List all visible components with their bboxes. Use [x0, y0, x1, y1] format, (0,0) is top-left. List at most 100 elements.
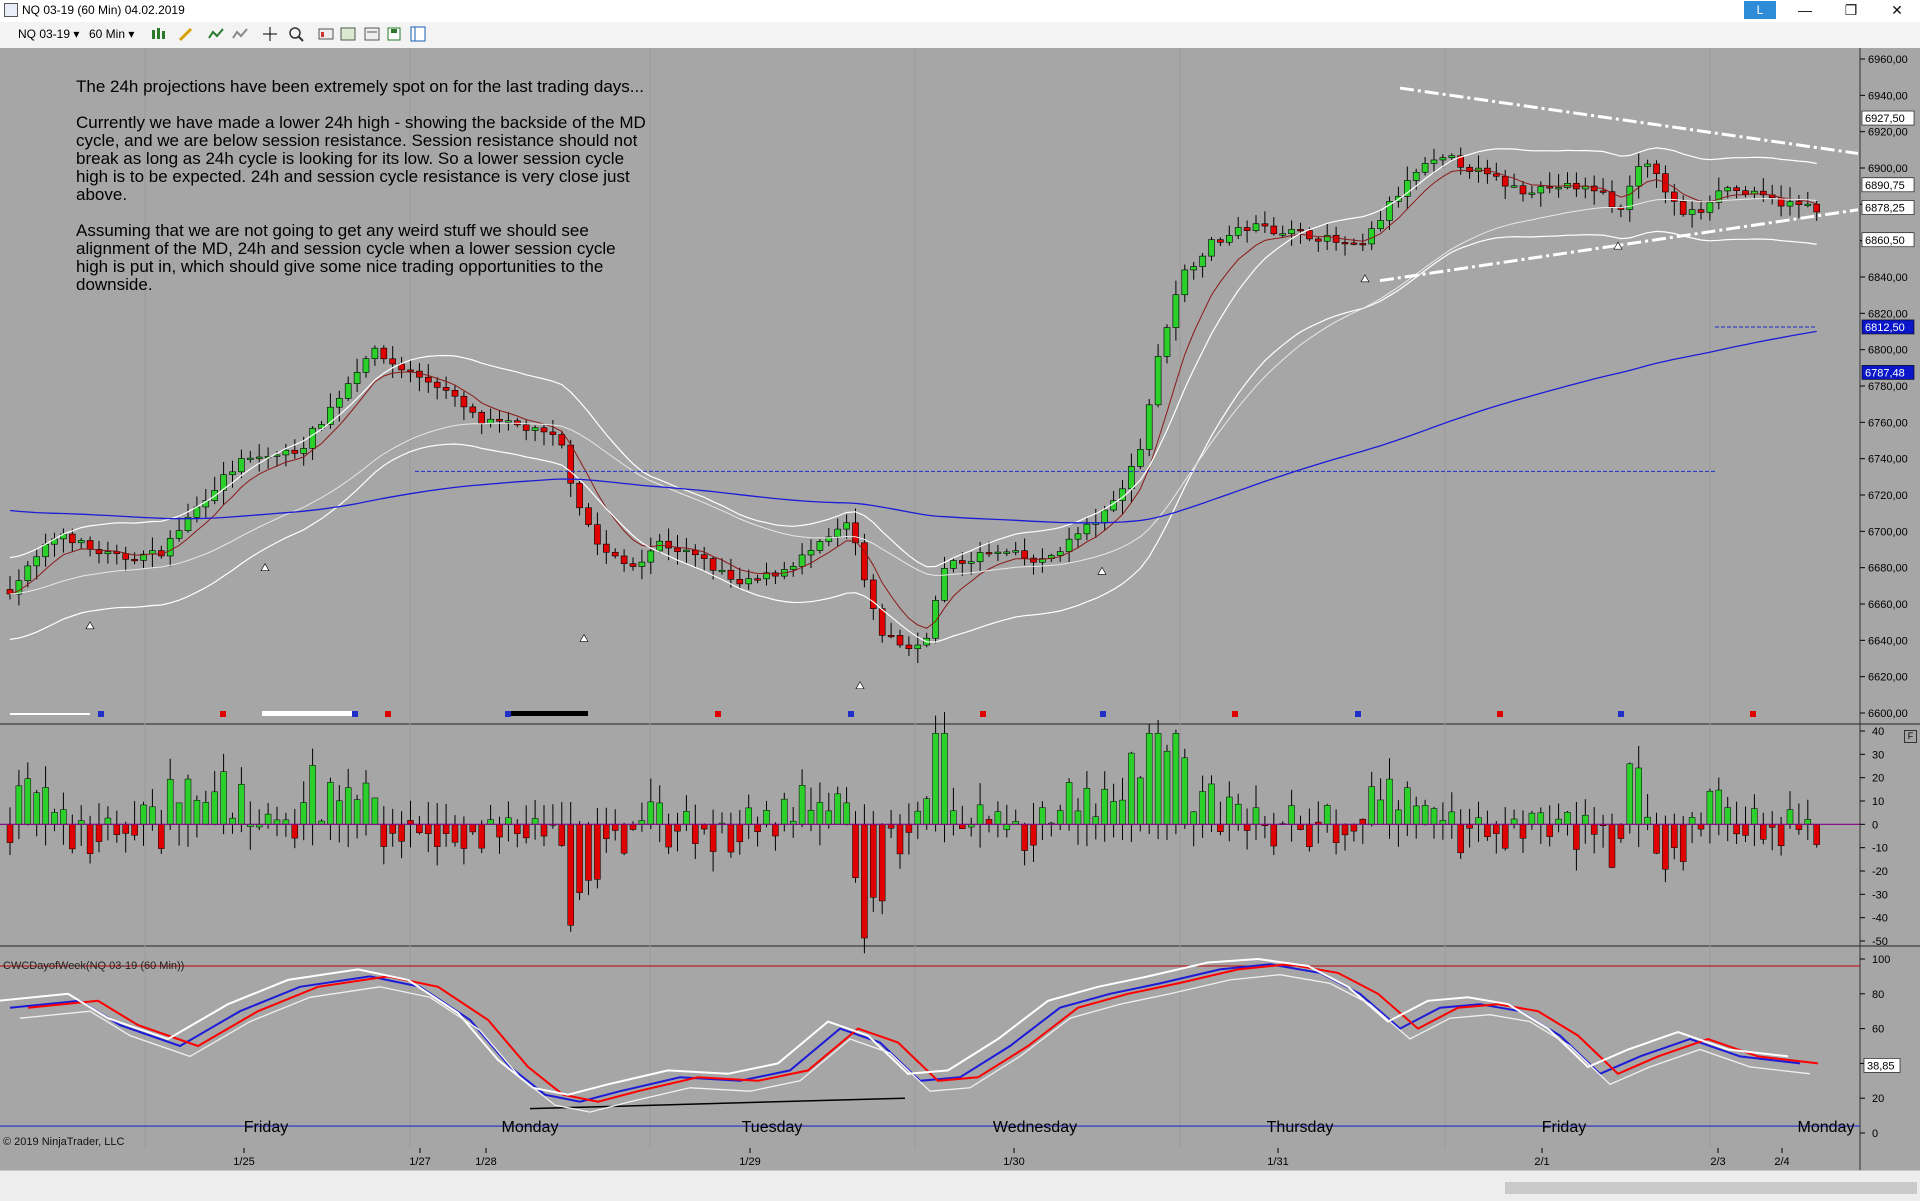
- candle-body: [1742, 190, 1749, 195]
- crosshair-icon[interactable]: [262, 26, 278, 42]
- candle-body: [611, 551, 619, 557]
- swing-marker: [260, 563, 270, 571]
- copyright-text: © 2019 NinjaTrader, LLC: [3, 1136, 125, 1148]
- histogram-bar: [505, 817, 512, 825]
- date-label: 2/4: [1774, 1156, 1789, 1168]
- histogram-bar: [531, 818, 539, 825]
- histogram-tick-label: 40: [1872, 726, 1884, 738]
- histogram-bar: [104, 817, 112, 825]
- minimize-icon[interactable]: —: [1782, 0, 1828, 22]
- histogram-bar: [1306, 824, 1313, 848]
- histogram-bar: [1635, 767, 1642, 825]
- histogram-bar: [1466, 824, 1473, 829]
- price-tick-label: 6840,00: [1868, 272, 1908, 284]
- pane-maximize-button[interactable]: F: [1904, 730, 1917, 743]
- histogram-tick-label: 30: [1872, 749, 1884, 761]
- candle-body: [1074, 533, 1082, 540]
- zoom-icon[interactable]: [288, 26, 304, 42]
- histogram-bar: [1154, 733, 1162, 825]
- drawing-pencil-icon[interactable]: [178, 26, 194, 42]
- histogram-bar: [754, 824, 761, 832]
- restore-icon[interactable]: ❐: [1828, 0, 1874, 22]
- price-marker-label: 6878,25: [1865, 203, 1905, 215]
- candle-body: [807, 550, 815, 556]
- candle-body: [1724, 187, 1731, 192]
- session-marker-dot: [715, 711, 721, 717]
- histogram-bar: [140, 804, 147, 825]
- bars-style-icon[interactable]: [150, 26, 166, 42]
- indicator-icon[interactable]: [208, 26, 224, 42]
- histogram-bar: [478, 824, 485, 849]
- histogram-tick-label: -30: [1872, 889, 1888, 901]
- candle-body: [1350, 242, 1358, 245]
- histogram-bar: [380, 824, 388, 847]
- link-button[interactable]: L: [1744, 1, 1776, 19]
- histogram-bar: [1137, 777, 1144, 825]
- histogram-bar: [1804, 819, 1812, 825]
- histogram-bar: [1697, 824, 1705, 830]
- candle-body: [353, 372, 361, 384]
- histogram-bar: [1590, 824, 1598, 835]
- instrument-selector[interactable]: NQ 03-19 ▾: [18, 27, 79, 41]
- histogram-bar: [976, 804, 984, 825]
- histogram-bar: [229, 817, 236, 825]
- histogram-bar: [469, 824, 477, 833]
- histogram-bar: [647, 801, 655, 825]
- candle-body: [754, 578, 761, 581]
- candle-body: [407, 369, 414, 372]
- instrument-label: NQ 03-19: [18, 27, 71, 41]
- candle-body: [531, 427, 539, 431]
- note-paragraph-3: Assuming that we are not going to get an…: [76, 221, 616, 294]
- data-box-icon[interactable]: [340, 26, 356, 42]
- candle-body: [335, 398, 343, 408]
- session-marker-dot: [1497, 711, 1503, 717]
- histogram-bar: [184, 778, 192, 825]
- candle-body: [1679, 201, 1687, 215]
- candle-body: [816, 541, 824, 551]
- candle-body: [914, 644, 922, 650]
- histogram-bar: [950, 810, 957, 825]
- candle-body: [273, 454, 281, 457]
- candle-body: [104, 551, 112, 555]
- histogram-bar: [42, 787, 49, 825]
- save-icon[interactable]: [386, 26, 402, 42]
- histogram-bar: [1128, 752, 1135, 825]
- histogram-bar: [1777, 824, 1785, 846]
- histogram-bar: [1377, 799, 1384, 825]
- properties-icon[interactable]: [364, 26, 380, 42]
- candle-body: [789, 566, 797, 570]
- candle-body: [1421, 163, 1429, 173]
- day-label: Tuesday: [742, 1119, 803, 1136]
- scrollbar-thumb[interactable]: [1505, 1182, 1917, 1194]
- analysis-note: The 24h projections have been extremely …: [76, 78, 646, 312]
- histogram-bar: [69, 824, 76, 850]
- price-marker-label: 6787,48: [1865, 367, 1905, 379]
- candle-body: [424, 376, 432, 383]
- candle-body: [558, 434, 566, 446]
- histogram-tick-label: 0: [1872, 819, 1878, 831]
- chart-trader-icon[interactable]: [318, 26, 334, 42]
- layout-icon[interactable]: [410, 26, 426, 42]
- histogram-bar: [1546, 824, 1553, 837]
- strategy-icon[interactable]: [232, 26, 248, 42]
- candle-body: [700, 554, 708, 559]
- histogram-bar: [985, 819, 993, 825]
- price-tick-label: 6920,00: [1868, 127, 1908, 139]
- histogram-bar: [1564, 811, 1571, 825]
- close-icon[interactable]: ✕: [1874, 0, 1920, 22]
- candle-body: [727, 569, 735, 580]
- title-bar: NQ 03-19 (60 Min) 04.02.2019 L — ❐ ✕: [0, 0, 1920, 22]
- histogram-bar: [656, 802, 663, 825]
- histogram-bar: [825, 810, 833, 825]
- candle-body: [665, 540, 672, 549]
- histogram-bar: [1083, 787, 1091, 825]
- price-tick-label: 6780,00: [1868, 381, 1908, 393]
- histogram-bar: [736, 824, 744, 843]
- horizontal-scrollbar[interactable]: [0, 1170, 1920, 1201]
- histogram-bar: [1110, 801, 1117, 825]
- candle-body: [24, 565, 32, 581]
- histogram-bar: [1679, 824, 1687, 862]
- histogram-bar: [763, 810, 770, 825]
- chart-area[interactable]: 6960,006940,006920,006900,006880,006860,…: [0, 48, 1920, 1170]
- interval-selector[interactable]: 60 Min ▾: [89, 27, 134, 41]
